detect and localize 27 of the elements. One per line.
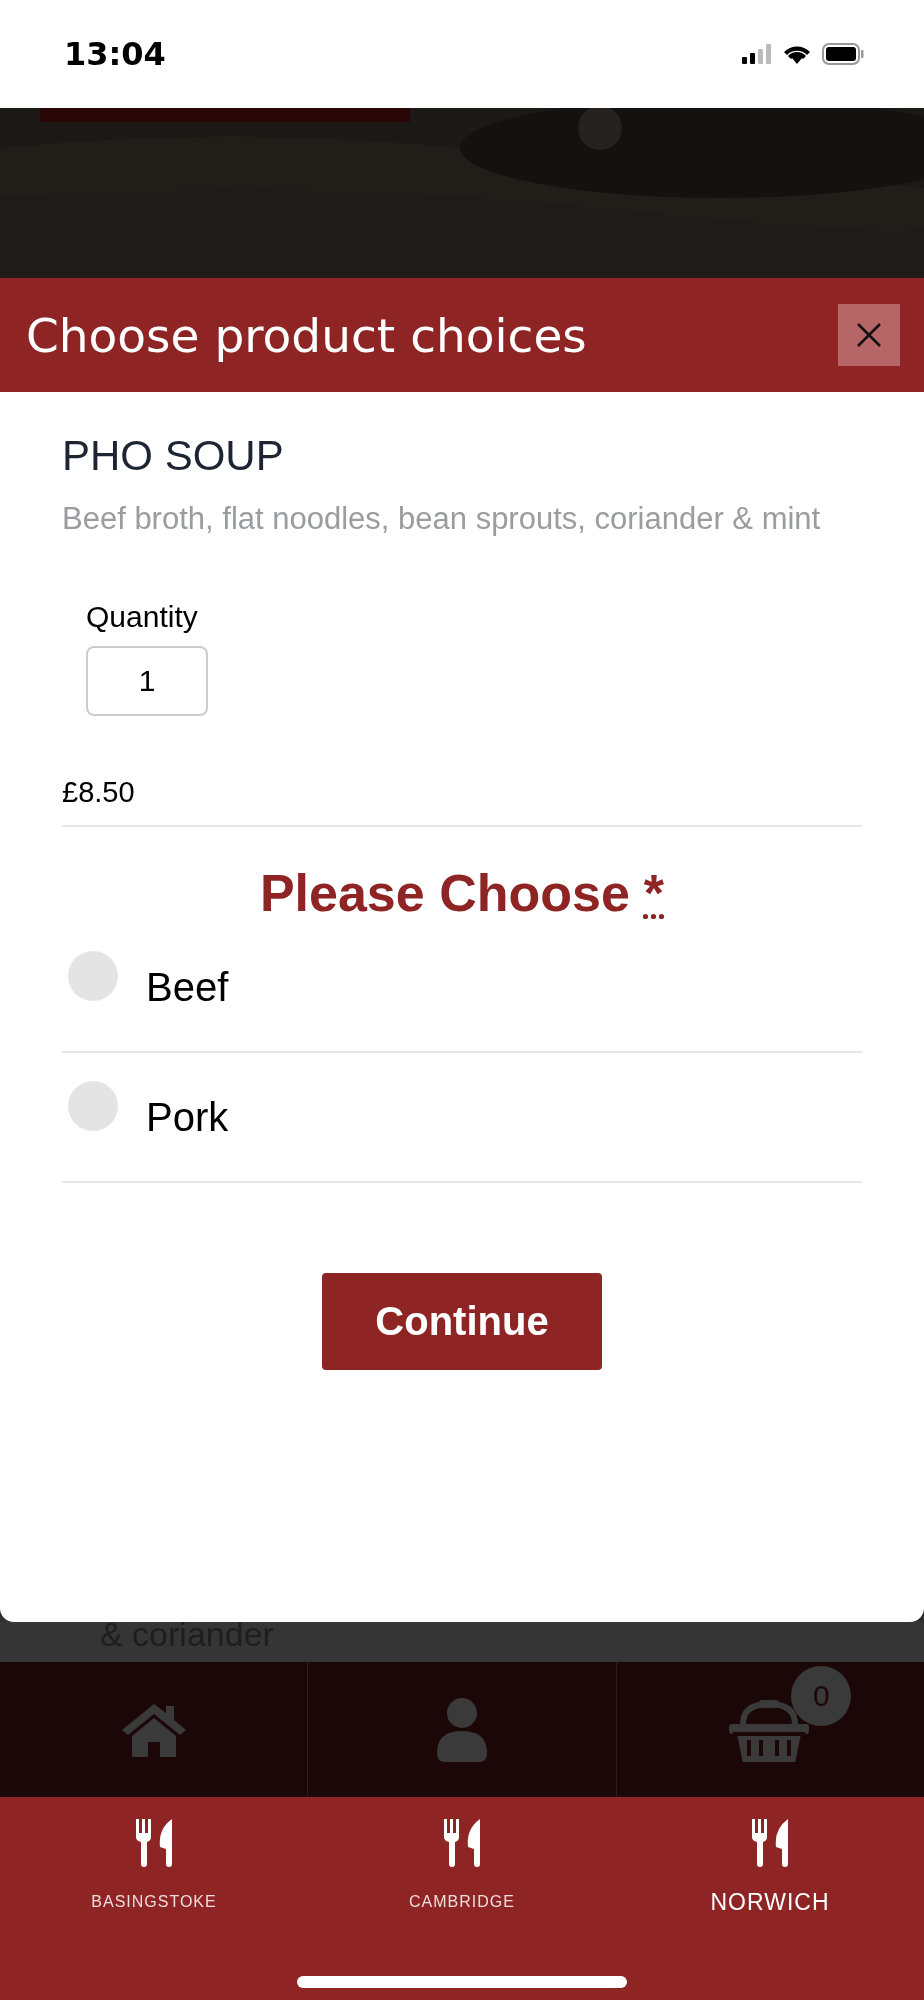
quantity-field[interactable]: 1 — [86, 646, 208, 716]
location-tab[interactable]: CAMBRIDGE — [308, 1819, 616, 1916]
cutlery-icon — [442, 1819, 482, 1867]
modal-title: Choose product choices — [26, 307, 587, 363]
close-icon — [855, 321, 883, 349]
location-tab[interactable]: BASINGSTOKE — [0, 1819, 308, 1916]
wifi-icon — [782, 43, 812, 65]
cutlery-icon — [750, 1819, 790, 1867]
product-description: Beef broth, flat noodles, bean sprouts, coriander & mint — [62, 500, 822, 538]
continue-button[interactable]: Continue — [322, 1273, 602, 1370]
required-mark: * — [643, 863, 665, 923]
close-button[interactable] — [838, 304, 900, 366]
product-name: PHO SOUP — [62, 432, 285, 480]
choice-heading: Please Choose — [259, 863, 630, 923]
battery-icon — [822, 43, 864, 65]
status-time: 13:04 — [64, 35, 166, 73]
radio-button[interactable] — [68, 1081, 118, 1131]
location-tab[interactable]: NORWICH — [616, 1819, 924, 1916]
option-label: Beef — [146, 964, 229, 1010]
user-icon — [435, 1696, 489, 1763]
signal-icon — [742, 44, 772, 64]
quantity-label: Quantity — [86, 600, 198, 634]
price: £8.50 — [62, 776, 862, 827]
radio-button[interactable] — [68, 951, 118, 1001]
home-indicator[interactable] — [297, 1976, 627, 1988]
option-label: Pork — [146, 1094, 229, 1140]
cutlery-icon — [134, 1819, 174, 1867]
